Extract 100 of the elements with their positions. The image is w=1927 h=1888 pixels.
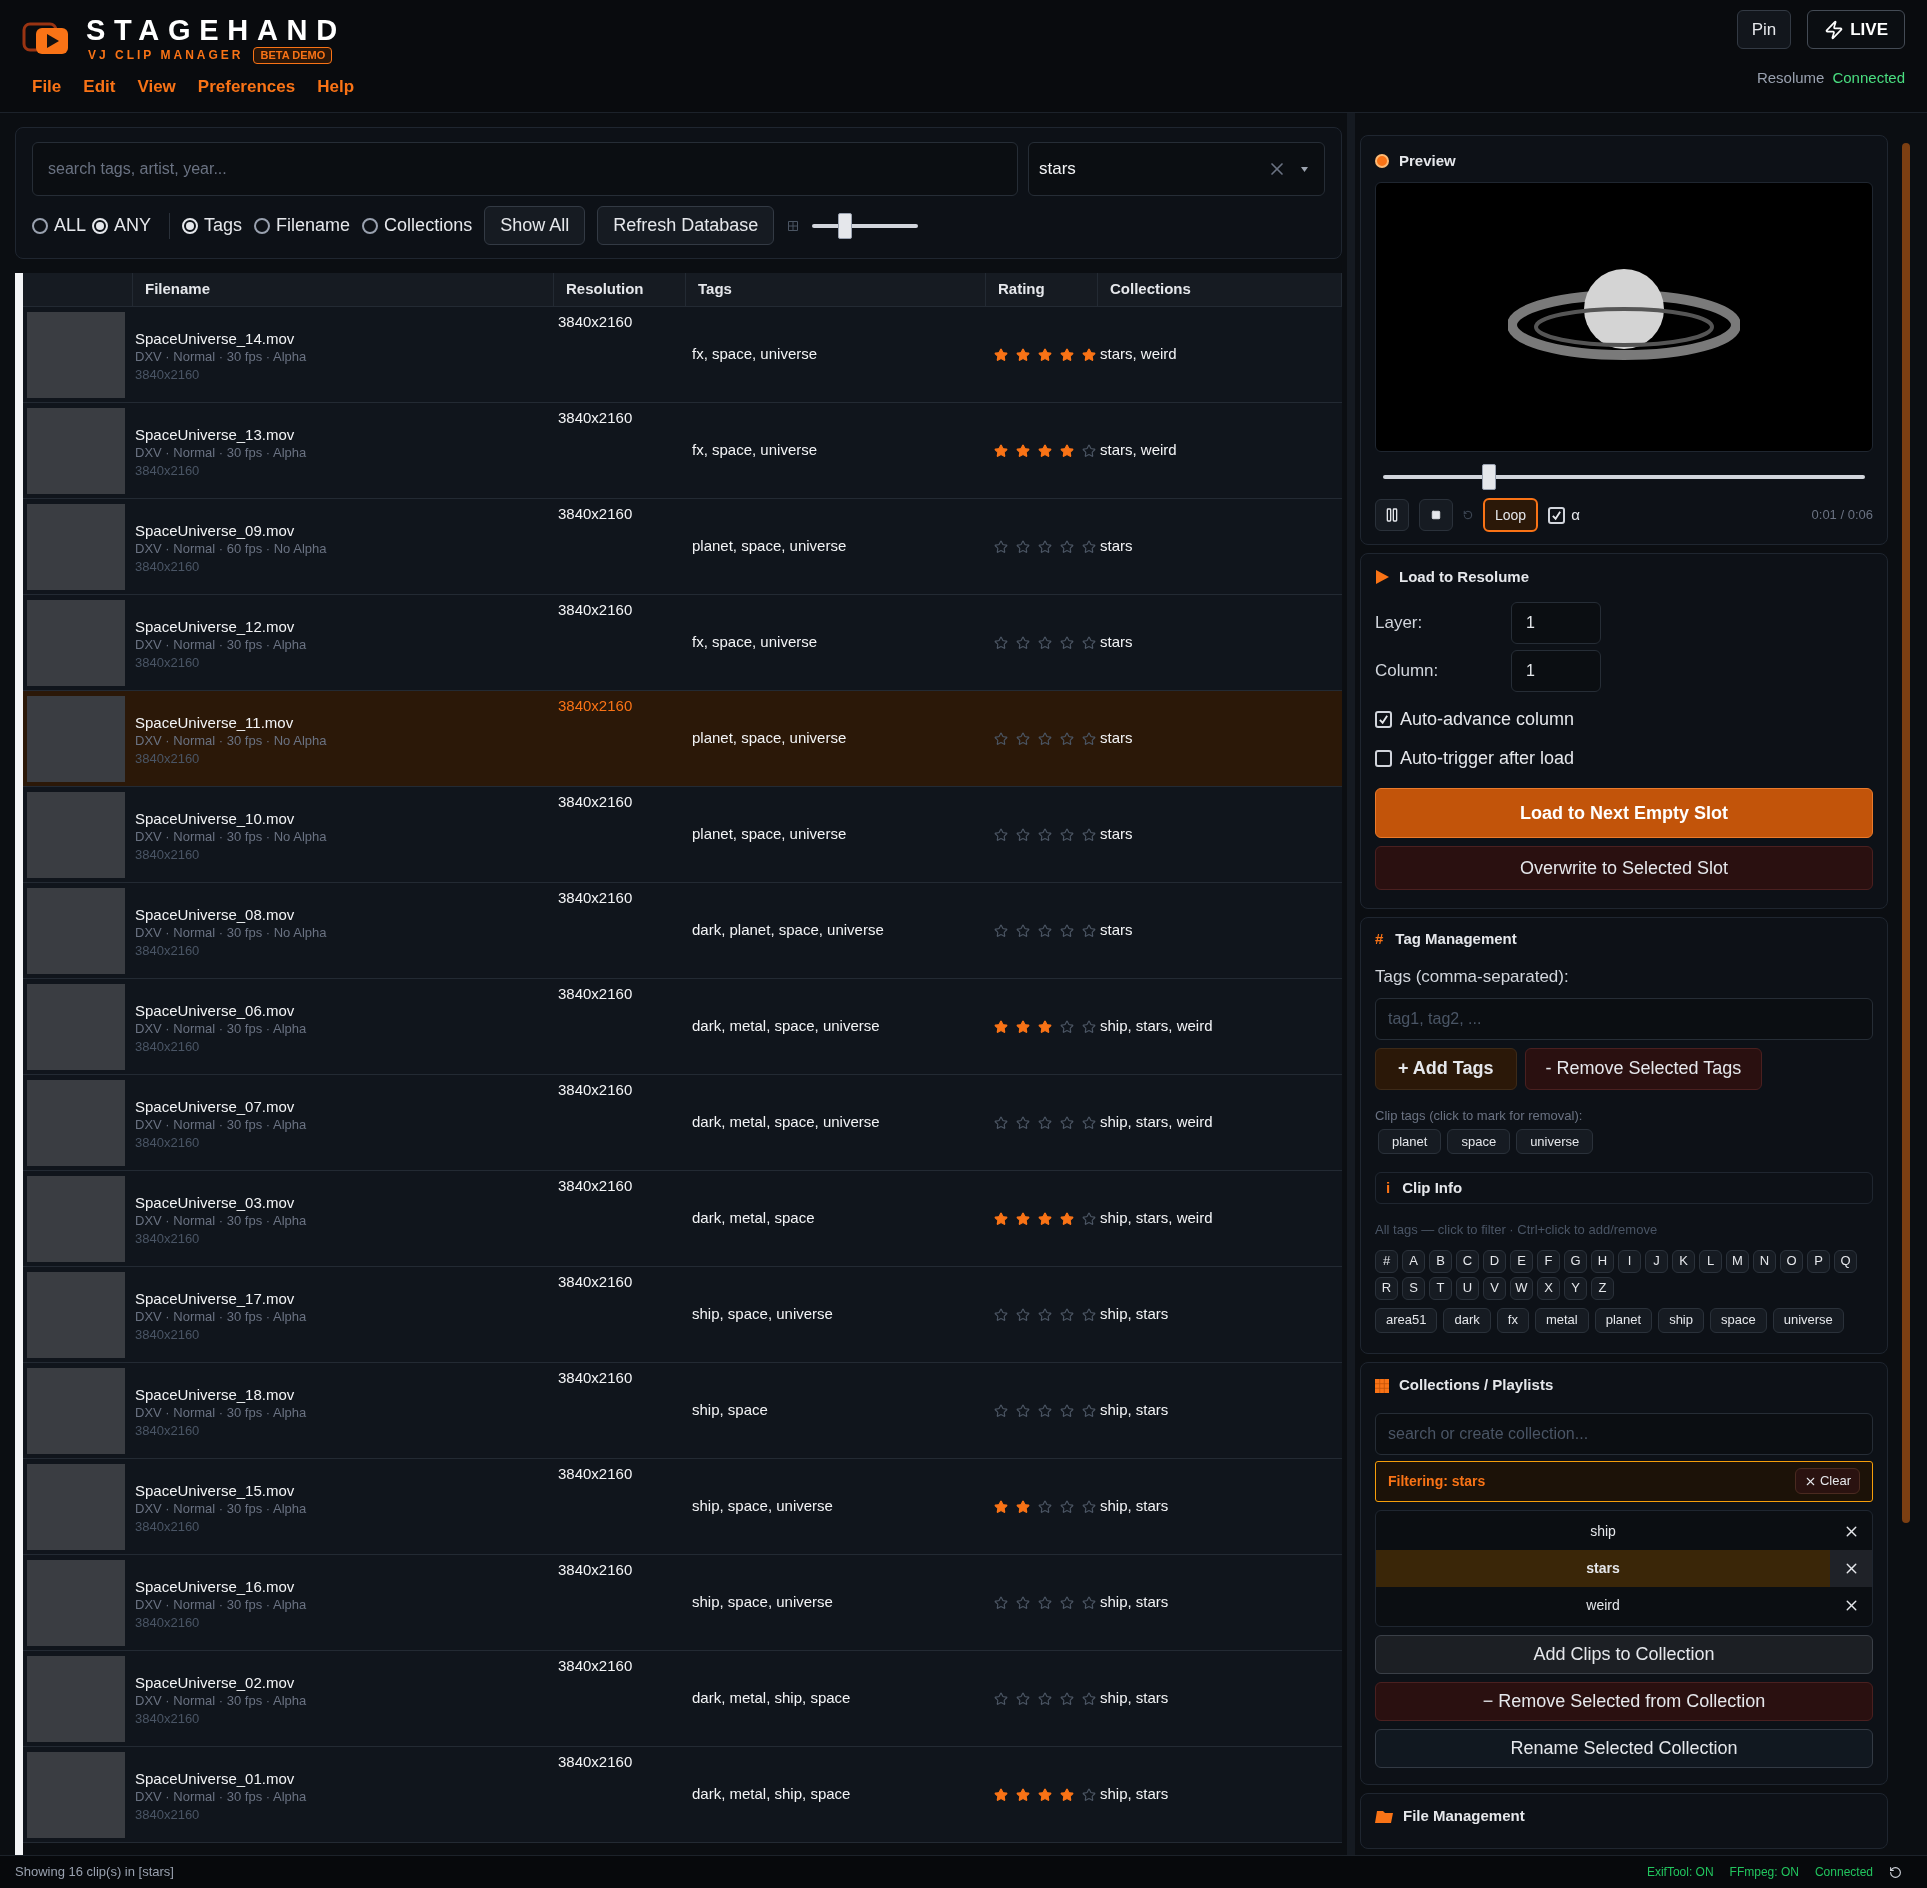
scrub-slider[interactable]	[1383, 464, 1865, 490]
star-icon[interactable]	[994, 539, 1008, 554]
tag-chip[interactable]: universe	[1772, 1307, 1844, 1333]
collection-button[interactable]: − Remove Selected from Collection	[1375, 1681, 1873, 1721]
clip-row[interactable]: SpaceUniverse_13.mov DXV · Normal · 30 fps · Alpha 3840x2160 3840x2160 fx, space, universe stars, weird	[23, 403, 1342, 499]
collection-button[interactable]: Rename Selected Collection	[1375, 1728, 1873, 1768]
tag-chip[interactable]: planet	[1594, 1307, 1653, 1333]
star-icon[interactable]	[1060, 731, 1074, 746]
tag-chip[interactable]: fx	[1496, 1307, 1529, 1333]
clip-row[interactable]: SpaceUniverse_15.mov DXV · Normal · 30 fps · Alpha 3840x2160 3840x2160 ship, space, universe ship, stars	[23, 1459, 1342, 1555]
letter-chip[interactable]: G	[1564, 1249, 1587, 1273]
live-button[interactable]: LIVE	[1807, 10, 1905, 49]
star-icon[interactable]	[1016, 635, 1030, 650]
star-icon[interactable]	[1038, 1211, 1052, 1226]
star-icon[interactable]	[994, 731, 1008, 746]
loop-button[interactable]: Loop	[1483, 498, 1539, 532]
star-icon[interactable]	[1082, 731, 1096, 746]
star-icon[interactable]	[1038, 1499, 1052, 1514]
star-icon[interactable]	[1060, 1019, 1074, 1034]
tag-chip[interactable]: area51	[1375, 1307, 1438, 1333]
star-icon[interactable]	[1060, 1691, 1074, 1706]
star-icon[interactable]	[1038, 443, 1052, 458]
star-icon[interactable]	[1060, 539, 1074, 554]
star-icon[interactable]	[1038, 1787, 1052, 1802]
letter-chip[interactable]: Q	[1834, 1249, 1857, 1273]
star-icon[interactable]	[994, 635, 1008, 650]
tag-chip[interactable]: universe	[1516, 1129, 1594, 1154]
star-icon[interactable]	[1016, 923, 1030, 938]
star-icon[interactable]	[1082, 1691, 1096, 1706]
letter-chip[interactable]: #	[1375, 1249, 1398, 1273]
radio-button[interactable]	[362, 217, 379, 234]
letter-chip[interactable]: V	[1483, 1276, 1506, 1300]
stop-button[interactable]	[1419, 499, 1453, 531]
letter-chip[interactable]: L	[1699, 1249, 1722, 1273]
letter-chip[interactable]: J	[1645, 1249, 1668, 1273]
star-icon[interactable]	[994, 1787, 1008, 1802]
star-icon[interactable]	[994, 1595, 1008, 1610]
star-icon[interactable]	[1038, 731, 1052, 746]
star-icon[interactable]	[1060, 635, 1074, 650]
star-icon[interactable]	[994, 1403, 1008, 1418]
star-icon[interactable]	[994, 1307, 1008, 1322]
star-icon[interactable]	[1038, 923, 1052, 938]
thumbnail-size-slider[interactable]	[812, 211, 919, 240]
pause-button[interactable]	[1375, 499, 1409, 531]
star-icon[interactable]	[1082, 1115, 1096, 1130]
tag-chip[interactable]: planet	[1378, 1129, 1442, 1154]
column-header[interactable]: Rating	[998, 278, 1045, 301]
letter-chip[interactable]: Z	[1591, 1276, 1614, 1300]
collection-item[interactable]: weird	[1376, 1586, 1830, 1624]
number-field[interactable]: 1	[1511, 650, 1601, 692]
letter-chip[interactable]: F	[1537, 1249, 1560, 1273]
letter-chip[interactable]: C	[1456, 1249, 1479, 1273]
star-icon[interactable]	[1016, 1211, 1030, 1226]
star-icon[interactable]	[1016, 1499, 1030, 1514]
star-icon[interactable]	[1038, 1019, 1052, 1034]
clip-row[interactable]: SpaceUniverse_10.mov DXV · Normal · 30 fps · No Alpha 3840x2160 3840x2160 planet, space, universe stars	[23, 787, 1342, 883]
star-icon[interactable]	[1016, 1115, 1030, 1130]
menu-item[interactable]: Help	[317, 74, 355, 100]
star-icon[interactable]	[1060, 1787, 1074, 1802]
column-header[interactable]: Tags	[698, 278, 732, 301]
star-icon[interactable]	[1060, 827, 1074, 842]
checkbox[interactable]	[1548, 506, 1566, 524]
column-header[interactable]: Collections	[1110, 278, 1191, 301]
clip-row[interactable]: SpaceUniverse_14.mov DXV · Normal · 30 fps · Alpha 3840x2160 3840x2160 fx, space, universe stars, weird	[23, 307, 1342, 403]
star-icon[interactable]	[994, 347, 1008, 362]
checkbox[interactable]	[1375, 750, 1392, 767]
star-icon[interactable]	[994, 1019, 1008, 1034]
collection-item[interactable]: ship	[1376, 1512, 1830, 1550]
letter-chip[interactable]: H	[1591, 1249, 1614, 1273]
star-icon[interactable]	[1082, 1403, 1096, 1418]
star-icon[interactable]	[1038, 1115, 1052, 1130]
clip-row[interactable]: SpaceUniverse_09.mov DXV · Normal · 60 fps · No Alpha 3840x2160 3840x2160 planet, space, universe stars	[23, 499, 1342, 595]
star-icon[interactable]	[994, 1499, 1008, 1514]
star-icon[interactable]	[1016, 539, 1030, 554]
collection-button[interactable]: Add Clips to Collection	[1375, 1634, 1873, 1674]
number-field[interactable]: 1	[1511, 602, 1601, 644]
star-icon[interactable]	[1082, 1211, 1096, 1226]
star-icon[interactable]	[1060, 443, 1074, 458]
clip-row[interactable]: SpaceUniverse_12.mov DXV · Normal · 30 fps · Alpha 3840x2160 3840x2160 fx, space, universe stars	[23, 595, 1342, 691]
clip-row[interactable]: SpaceUniverse_08.mov DXV · Normal · 30 fps · No Alpha 3840x2160 3840x2160 dark, planet, space, universe stars	[23, 883, 1342, 979]
clip-row[interactable]: SpaceUniverse_02.mov DXV · Normal · 30 fps · Alpha 3840x2160 3840x2160 dark, metal, ship, space ship, stars	[23, 1651, 1342, 1747]
star-icon[interactable]	[1082, 539, 1096, 554]
letter-chip[interactable]: I	[1618, 1249, 1641, 1273]
letter-chip[interactable]: N	[1753, 1249, 1776, 1273]
star-icon[interactable]	[1038, 827, 1052, 842]
star-icon[interactable]	[1060, 1307, 1074, 1322]
refresh-icon[interactable]	[1889, 1865, 1902, 1879]
tag-chip[interactable]: space	[1710, 1307, 1767, 1333]
menu-item[interactable]: View	[137, 74, 176, 100]
star-icon[interactable]	[1082, 635, 1096, 650]
star-icon[interactable]	[1016, 1307, 1030, 1322]
slider-thumb[interactable]	[1482, 464, 1497, 490]
clip-row[interactable]: SpaceUniverse_17.mov DXV · Normal · 30 fps · Alpha 3840x2160 3840x2160 ship, space, universe ship, stars	[23, 1267, 1342, 1363]
letter-chip[interactable]: A	[1402, 1249, 1425, 1273]
radio-button[interactable]	[32, 217, 48, 234]
tag-chip[interactable]: dark	[1443, 1307, 1491, 1333]
letter-chip[interactable]: Y	[1564, 1276, 1587, 1300]
clip-info-header[interactable]: i Clip Info	[1375, 1172, 1873, 1204]
star-icon[interactable]	[994, 443, 1008, 458]
letter-chip[interactable]: R	[1375, 1276, 1398, 1300]
